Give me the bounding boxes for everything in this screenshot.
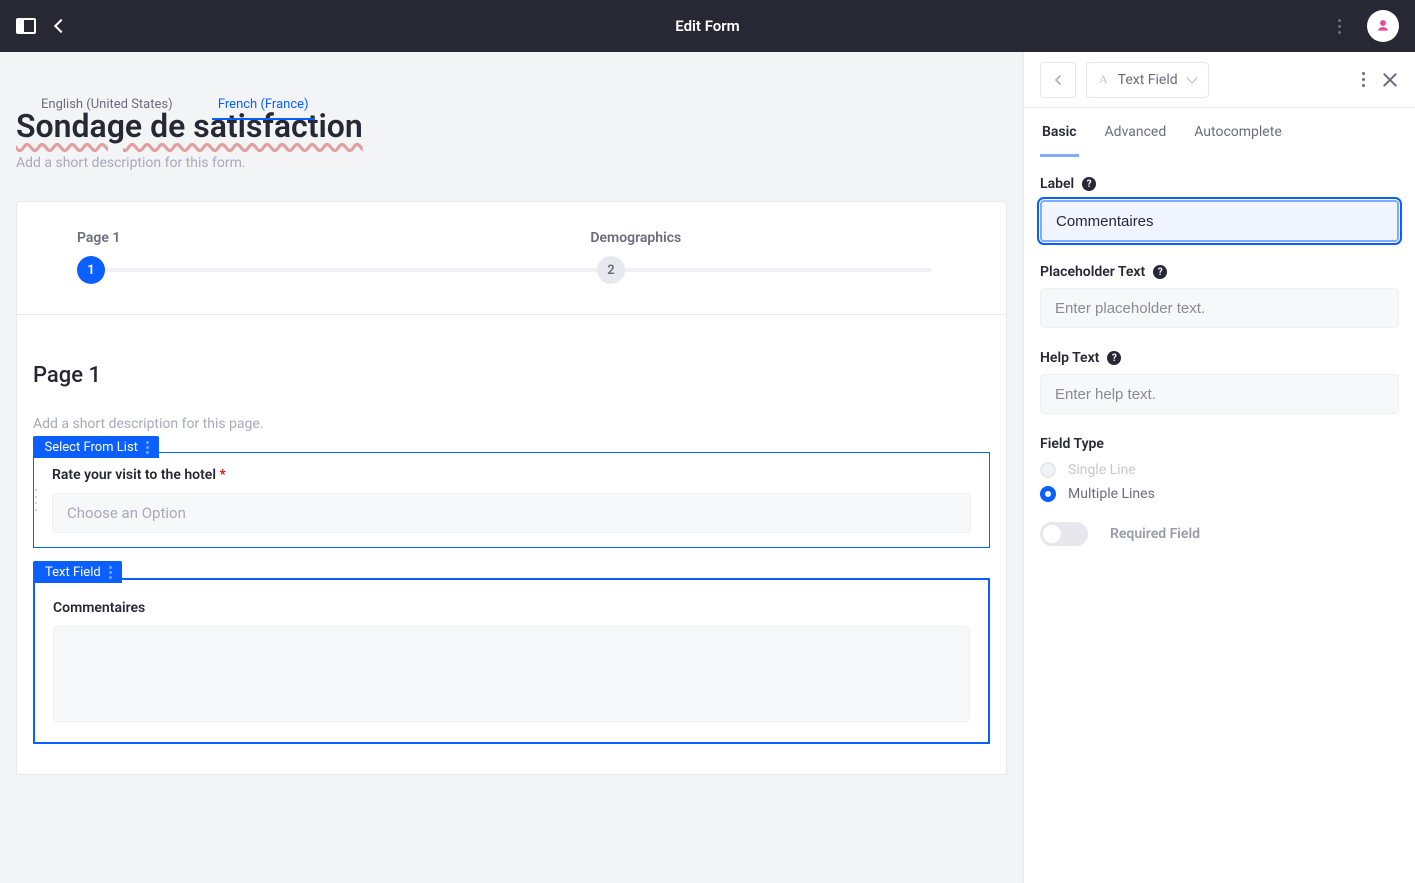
radio-icon <box>1040 462 1056 478</box>
field-chip-more-icon[interactable] <box>109 566 112 579</box>
field-label-text: Rate your visit to the hotel <box>52 467 216 483</box>
user-icon <box>1376 19 1390 33</box>
field-select-from-list[interactable]: Select From List Rate your visit to the … <box>33 452 990 548</box>
sidebar-back-button[interactable] <box>1040 62 1076 98</box>
topbar-more-icon[interactable] <box>1332 13 1347 40</box>
help-icon[interactable]: ? <box>1107 351 1121 365</box>
required-indicator: * <box>219 467 225 483</box>
form-pager: Page 1 Demographics 1 2 <box>17 202 1006 315</box>
back-button[interactable] <box>54 19 68 33</box>
close-icon[interactable] <box>1381 71 1399 89</box>
field-label-select: Rate your visit to the hotel * <box>52 467 971 483</box>
field-chip-label: Text Field <box>45 565 101 580</box>
text-type-icon: A <box>1099 72 1108 87</box>
placeholder-field-heading: Placeholder Text <box>1040 264 1145 280</box>
field-chip-text: Text Field <box>33 561 122 583</box>
lang-tab-english[interactable]: English (United States) <box>35 97 179 118</box>
required-toggle[interactable] <box>1040 522 1088 546</box>
select-input[interactable]: Choose an Option <box>52 493 971 533</box>
pager-step-1[interactable]: 1 <box>77 256 105 284</box>
tab-advanced[interactable]: Advanced <box>1103 108 1169 157</box>
app-topbar: Edit Form <box>0 0 1415 52</box>
sidebar-toggle-icon[interactable] <box>16 18 36 34</box>
pager-label-2[interactable]: Demographics <box>590 230 681 246</box>
sidebar-tabs: Basic Advanced Autocomplete <box>1024 108 1415 158</box>
field-type-dropdown[interactable]: A Text Field <box>1086 62 1209 98</box>
lang-tab-french[interactable]: French (France) <box>212 97 315 120</box>
required-toggle-label: Required Field <box>1110 526 1200 542</box>
properties-sidebar: A Text Field Basic Advanced Autocomplete… <box>1023 52 1415 883</box>
helptext-field-heading: Help Text <box>1040 350 1099 366</box>
radio-label: Single Line <box>1068 462 1136 478</box>
pager-label-1[interactable]: Page 1 <box>77 230 120 246</box>
tab-basic[interactable]: Basic <box>1040 108 1079 157</box>
drag-handle-icon[interactable] <box>33 489 39 511</box>
page-heading[interactable]: Page 1 <box>33 363 990 388</box>
form-description[interactable]: Add a short description for this form. <box>16 155 1007 171</box>
placeholder-input[interactable] <box>1040 288 1399 328</box>
pager-step-2[interactable]: 2 <box>597 256 625 284</box>
chevron-down-icon <box>1186 72 1197 83</box>
radio-label: Multiple Lines <box>1068 486 1155 502</box>
field-chip-label: Select From List <box>45 440 138 455</box>
field-type-label: Text Field <box>1118 72 1178 88</box>
language-tabs: English (United States) French (France) <box>15 97 315 120</box>
page-title: Edit Form <box>675 17 739 35</box>
field-chip-more-icon[interactable] <box>146 441 149 454</box>
radio-single-line: Single Line <box>1040 462 1399 478</box>
field-label-text: Commentaires <box>53 600 970 616</box>
sidebar-more-icon[interactable] <box>1356 66 1371 93</box>
fieldtype-heading: Field Type <box>1040 436 1399 452</box>
textarea-input[interactable] <box>53 626 970 722</box>
tab-autocomplete[interactable]: Autocomplete <box>1192 108 1284 157</box>
field-chip-select: Select From List <box>33 436 159 458</box>
helptext-input[interactable] <box>1040 374 1399 414</box>
radio-icon <box>1040 486 1056 502</box>
form-card: Page 1 Demographics 1 2 Page 1 Add a sho… <box>16 201 1007 775</box>
help-icon[interactable]: ? <box>1153 265 1167 279</box>
radio-multiple-lines[interactable]: Multiple Lines <box>1040 486 1399 502</box>
pager-track <box>91 268 932 272</box>
field-text-field[interactable]: Text Field Commentaires <box>33 578 990 744</box>
label-input[interactable] <box>1040 200 1399 242</box>
avatar[interactable] <box>1367 10 1399 42</box>
help-icon[interactable]: ? <box>1082 177 1096 191</box>
label-field-heading: Label <box>1040 176 1074 192</box>
